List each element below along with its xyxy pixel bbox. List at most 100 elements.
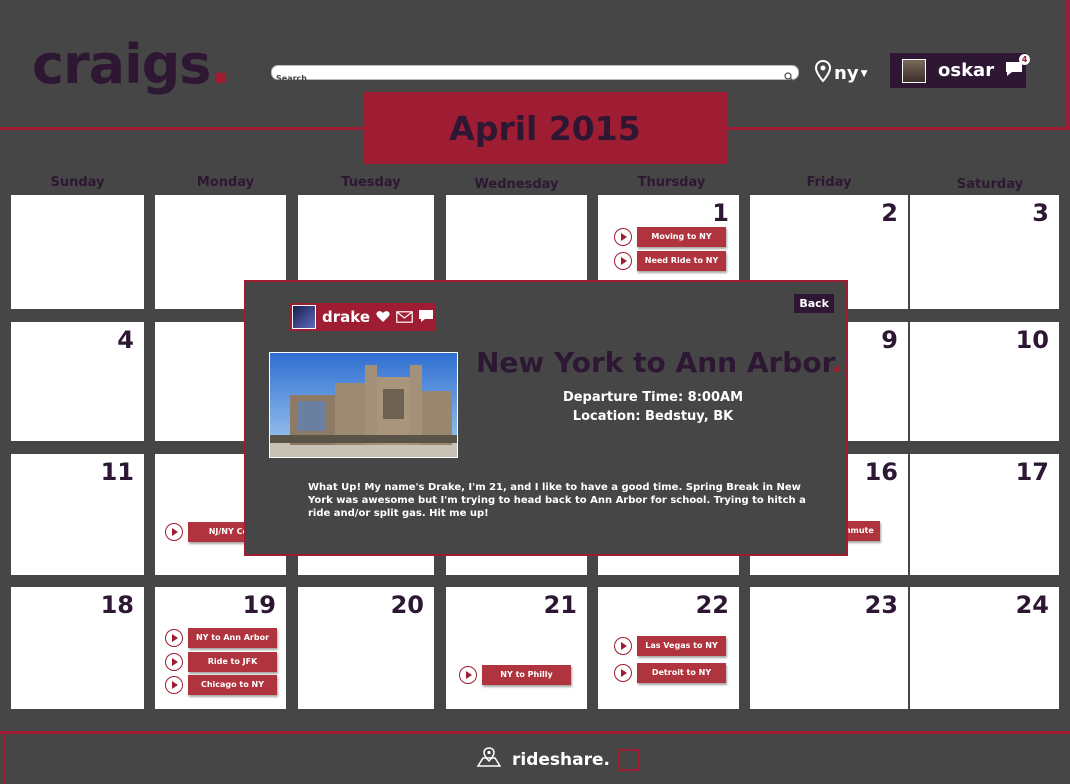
event-item[interactable]: Detroit to NY (614, 663, 726, 683)
day-cell[interactable]: 22 Las Vegas to NY Detroit to NY (598, 587, 739, 709)
notification-badge: 4 (1019, 53, 1031, 65)
month-title: April 2015 (363, 92, 727, 164)
user-menu[interactable]: oskar 4 (890, 53, 1031, 88)
avatar (902, 58, 926, 83)
footer: rideshare. (476, 746, 640, 773)
event-label[interactable]: Chicago to NY (188, 675, 277, 695)
footer-label: rideshare. (512, 749, 610, 770)
location-label: ny (834, 63, 859, 84)
ride-title-dot: . (831, 346, 843, 379)
chat-icon[interactable]: 4 (1004, 53, 1031, 82)
event-item[interactable]: Ride to JFK (165, 652, 277, 672)
date-number: 18 (100, 591, 134, 619)
date-number: 23 (864, 591, 898, 619)
footer-edge (3, 731, 6, 784)
ride-info: Departure Time: 8:00AM Location: Bedstuy… (476, 388, 830, 426)
app-frame: craigs. ny ▼ oskar 4 April 2015 Sunday M… (0, 0, 1070, 784)
date-number: 3 (1032, 199, 1049, 227)
chevron-down-icon: ▼ (860, 68, 868, 79)
play-icon[interactable] (614, 637, 632, 655)
day-cell[interactable] (11, 195, 144, 309)
date-number: 20 (390, 591, 424, 619)
play-icon[interactable] (165, 629, 183, 647)
date-number: 4 (117, 326, 134, 354)
event-label[interactable]: Need Ride to NY (637, 251, 726, 271)
day-cell[interactable]: 10 (910, 322, 1059, 441)
ride-description: What Up! My name's Drake, I'm 21, and I … (308, 482, 806, 519)
day-header: Sunday (50, 175, 105, 190)
event-label[interactable]: Detroit to NY (637, 663, 726, 683)
date-number: 1 (712, 199, 729, 227)
play-icon[interactable] (165, 676, 183, 694)
date-number: 21 (543, 591, 577, 619)
date-number: 10 (1015, 326, 1049, 354)
poster-badge[interactable]: drake (289, 303, 436, 331)
search-input[interactable] (272, 72, 766, 85)
date-number: 17 (1015, 458, 1049, 486)
play-icon[interactable] (459, 666, 477, 684)
location-selector[interactable]: ny ▼ (814, 59, 868, 87)
user-name: oskar (938, 60, 995, 81)
day-cell[interactable]: 11 (11, 454, 144, 575)
date-number: 9 (881, 326, 898, 354)
day-cell[interactable]: 21 NY to Philly (446, 587, 587, 709)
date-number: 22 (695, 591, 729, 619)
ride-title-text: New York to Ann Arbor (476, 346, 832, 379)
day-cell[interactable]: 4 (11, 322, 144, 441)
play-icon[interactable] (165, 523, 183, 541)
day-cell[interactable]: 24 (910, 587, 1059, 709)
avatar (292, 305, 316, 329)
day-header: Tuesday (341, 175, 401, 190)
event-label[interactable]: NY to Ann Arbor (188, 628, 277, 648)
footer-divider (0, 731, 1070, 734)
search-icon[interactable] (784, 67, 795, 86)
play-icon[interactable] (165, 653, 183, 671)
date-number: 11 (100, 458, 134, 486)
play-icon[interactable] (614, 252, 632, 270)
departure-time: Departure Time: 8:00AM (562, 390, 744, 405)
day-cell[interactable]: 23 (750, 587, 908, 709)
date-number: 24 (1015, 591, 1049, 619)
logo[interactable]: craigs. (32, 33, 231, 96)
poster-name: drake (322, 308, 371, 326)
day-cell[interactable]: 19 NY to Ann Arbor Ride to JFK Chicago t… (155, 587, 286, 709)
event-label[interactable]: Las Vegas to NY (637, 636, 726, 656)
search-bar[interactable] (271, 65, 799, 85)
date-number: 16 (864, 458, 898, 486)
event-item[interactable]: NY to Ann Arbor (165, 628, 277, 648)
day-cell[interactable]: 20 (298, 587, 434, 709)
event-label[interactable]: Moving to NY (637, 227, 726, 247)
date-number: 19 (242, 591, 276, 619)
day-cell[interactable]: 3 (910, 195, 1059, 309)
logo-text: craigs (32, 33, 211, 96)
ride-title: New York to Ann Arbor. (476, 346, 842, 379)
event-label[interactable]: Ride to JFK (188, 652, 277, 672)
event-item[interactable]: Las Vegas to NY (614, 636, 726, 656)
day-header: Friday (806, 175, 852, 190)
chat-icon[interactable] (418, 308, 434, 327)
day-header: Saturday (956, 177, 1024, 192)
play-icon[interactable] (614, 664, 632, 682)
event-item[interactable]: Moving to NY (614, 227, 726, 247)
mail-icon[interactable] (396, 308, 413, 327)
ride-detail-modal: drake Back New York to Ann Arbor. Depart… (244, 280, 848, 556)
event-item[interactable]: NY to Philly (459, 665, 571, 685)
day-cell[interactable]: 17 (910, 454, 1059, 575)
play-icon[interactable] (614, 228, 632, 246)
event-label[interactable]: NY to Philly (482, 665, 571, 685)
header-edge (1066, 0, 1069, 130)
event-item[interactable]: Chicago to NY (165, 675, 277, 695)
heart-icon[interactable] (376, 308, 390, 327)
logo-dot: . (210, 33, 230, 96)
event-item[interactable]: Need Ride to NY (614, 251, 726, 271)
ride-photo (269, 352, 458, 458)
day-header: Thursday (637, 175, 706, 190)
pickup-location: Location: Bedstuy, BK (572, 409, 734, 424)
footer-square-icon[interactable] (617, 748, 640, 771)
day-header: Monday (196, 175, 255, 190)
day-cell[interactable]: 18 (11, 587, 144, 709)
map-icon (476, 746, 502, 773)
back-button[interactable]: Back (794, 294, 834, 313)
day-header: Wednesday (474, 177, 559, 192)
location-pin-icon (814, 59, 832, 87)
